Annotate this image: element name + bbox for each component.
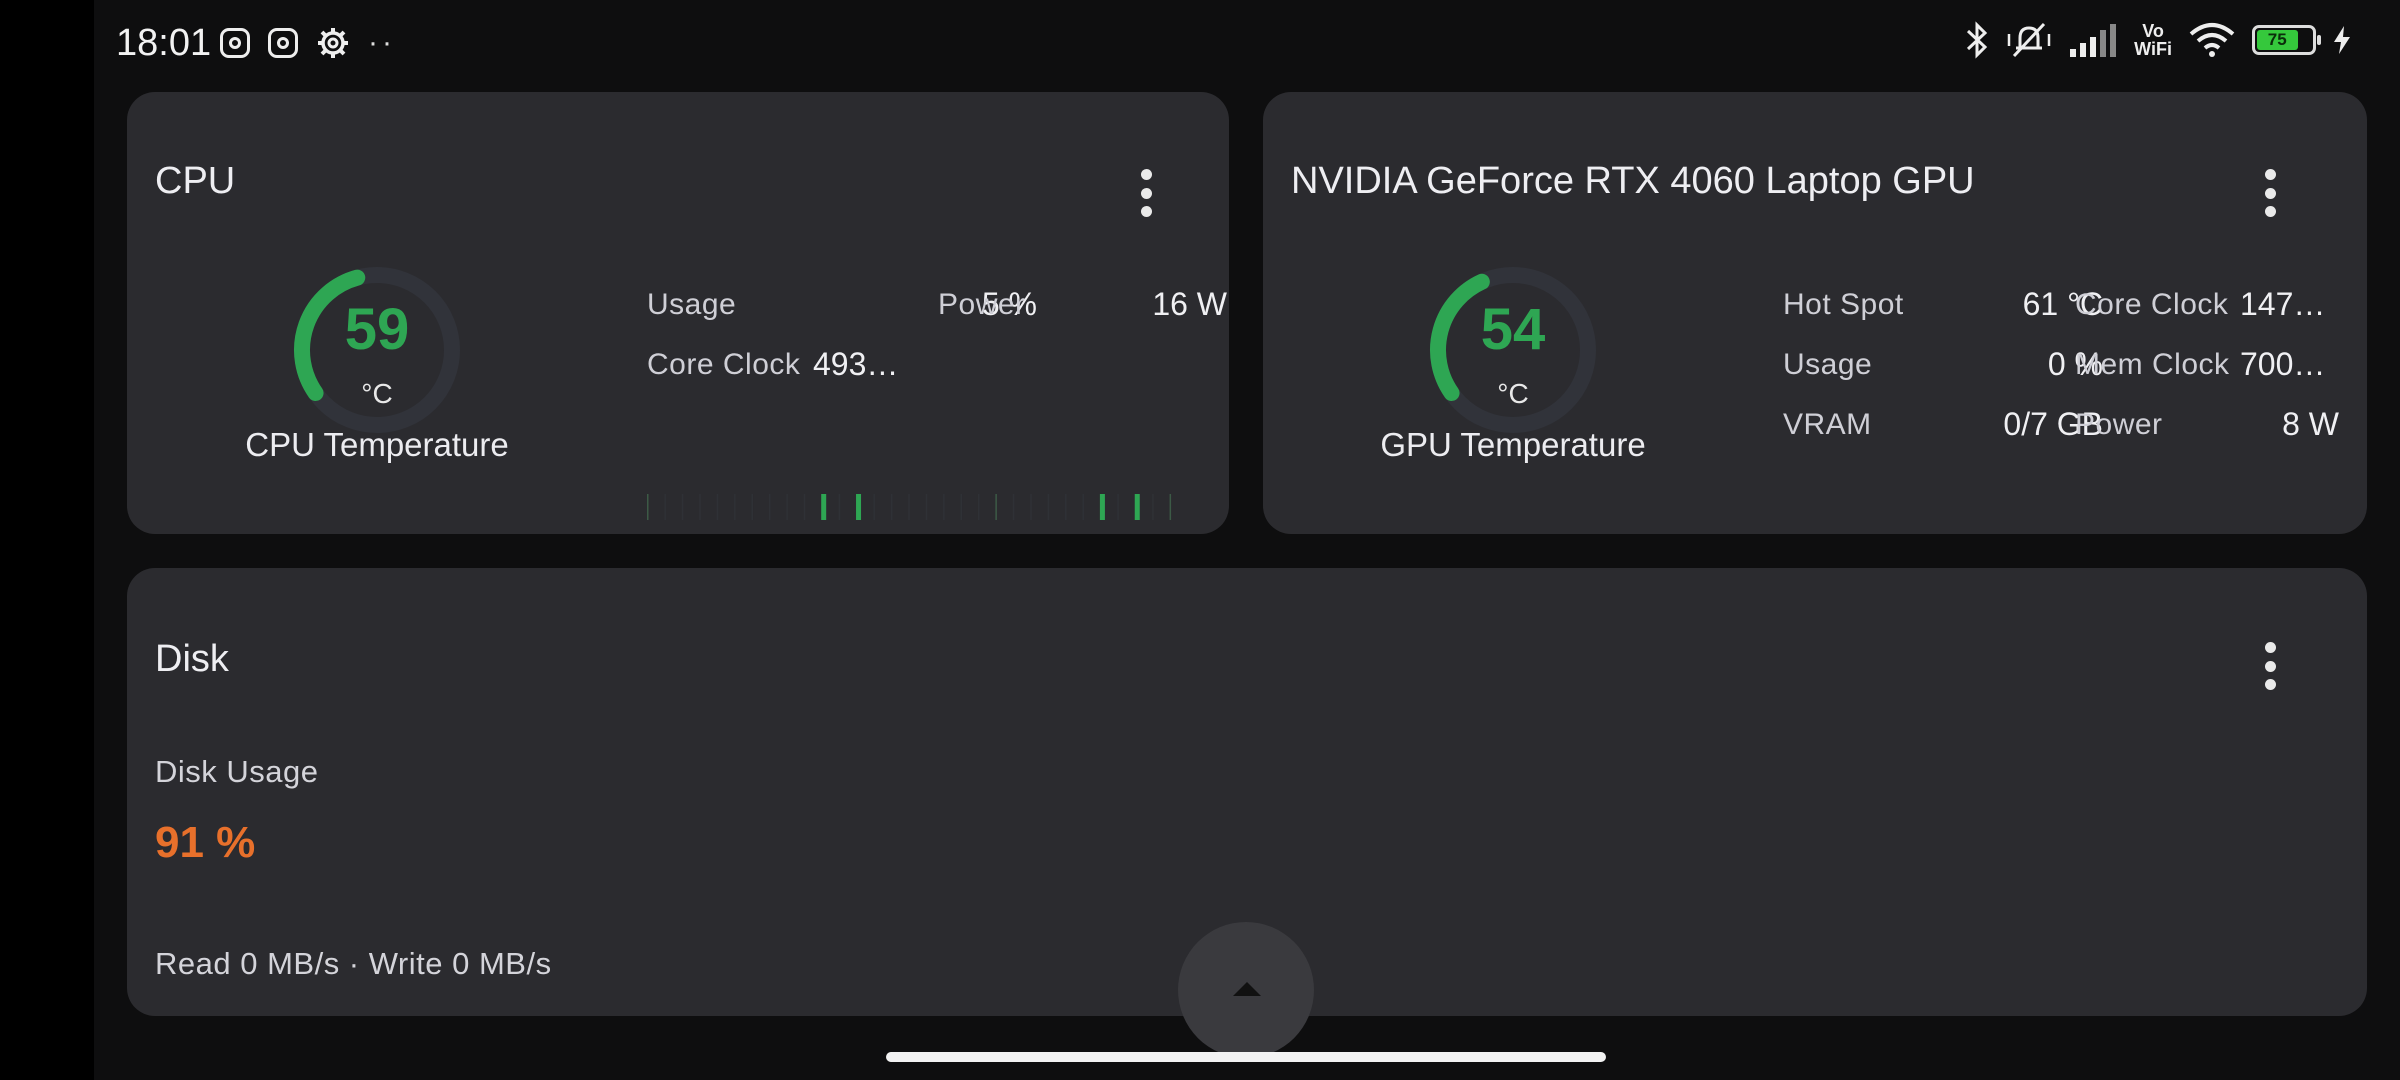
- sparkline-bar: [1117, 494, 1119, 520]
- gpu-card-title: NVIDIA GeForce RTX 4060 Laptop GPU: [1291, 160, 1975, 202]
- instagram-icon: [268, 28, 298, 58]
- gpu-card: NVIDIA GeForce RTX 4060 Laptop GPU 54 °C…: [1263, 92, 2367, 534]
- bluetooth-icon: [1967, 21, 1988, 59]
- disk-card-menu-button[interactable]: [2256, 638, 2284, 694]
- home-indicator[interactable]: [886, 1052, 1606, 1062]
- wifi-icon: [2189, 23, 2235, 57]
- sparkline-bar: [925, 494, 928, 520]
- sparkline-bar: [890, 494, 893, 520]
- cpu-card-title: CPU: [155, 160, 236, 202]
- cpu-temperature-unit: °C: [361, 378, 393, 409]
- sparkline-bar: [995, 494, 997, 520]
- sparkline-bar: [647, 494, 649, 520]
- sparkline-bar: [1134, 494, 1140, 520]
- gpu-core-clock-value: 147…: [2240, 286, 2326, 322]
- sparkline-bar: [751, 494, 754, 520]
- sparkline-bar: [821, 494, 827, 520]
- cpu-usage-sparkline: [647, 494, 1172, 520]
- gpu-card-menu-button[interactable]: [2256, 165, 2284, 221]
- sparkline-bar: [943, 494, 945, 520]
- left-black-bar: [0, 0, 94, 1080]
- more-vert-icon: [2264, 642, 2276, 653]
- cpu-usage-label: Usage: [647, 288, 737, 321]
- sparkline-bar: [786, 494, 788, 520]
- settings-gear-icon: [318, 28, 348, 58]
- cpu-core-clock-label: Core Clock: [647, 348, 801, 381]
- sparkline-bar: [681, 494, 684, 520]
- sparkline-bar: [1099, 494, 1105, 520]
- sparkline-bar: [908, 494, 910, 520]
- sparkline-bar: [699, 494, 701, 520]
- sparkline-bar: [856, 494, 862, 520]
- gpu-usage-label: Usage: [1783, 348, 1873, 381]
- gpu-hotspot-label: Hot Spot: [1783, 288, 1904, 321]
- system-icons: Vo WiFi 75: [1964, 20, 2352, 60]
- more-vert-icon: [1140, 169, 1152, 180]
- sparkline-bar: [838, 494, 841, 520]
- sparkline-bar: [664, 494, 666, 520]
- sparkline-bar: [1169, 494, 1172, 520]
- sparkline-bar: [1152, 494, 1154, 520]
- sparkline-bar: [734, 494, 736, 520]
- gpu-power-label: Power: [2075, 408, 2163, 441]
- battery-level: 75: [2257, 30, 2298, 50]
- signal-icon: [2070, 24, 2117, 57]
- sparkline-bar: [1082, 494, 1084, 520]
- sparkline-bar: [1012, 494, 1015, 520]
- gpu-temperature-value: 54: [1480, 297, 1546, 362]
- disk-usage-label: Disk Usage: [155, 754, 319, 789]
- status-bar: 18:01 ·· Vo WiFi 75: [94, 0, 2400, 92]
- instagram-icon: [220, 28, 250, 58]
- cpu-temperature-value: 59: [344, 297, 410, 362]
- mute-vibrate-icon: [2007, 22, 2051, 58]
- vowifi-icon: Vo WiFi: [2134, 22, 2172, 58]
- sparkline-bar: [977, 494, 980, 520]
- cpu-card-menu-button[interactable]: [1132, 165, 1160, 221]
- cpu-core-clock-value: 493…: [813, 346, 899, 382]
- gpu-power-value: 8 W: [2282, 406, 2339, 442]
- gpu-temperature-gauge: 54 °C: [1423, 260, 1603, 440]
- gpu-vram-label: VRAM: [1783, 408, 1872, 441]
- sparkline-bar: [873, 494, 875, 520]
- gpu-temperature-label: GPU Temperature: [1380, 426, 1646, 463]
- sparkline-bar: [768, 494, 771, 520]
- disk-usage-value: 91 %: [155, 818, 256, 867]
- sparkline-bar: [803, 494, 806, 520]
- sparkline-bar: [716, 494, 719, 520]
- vowifi-top-text: Vo: [2142, 21, 2164, 41]
- sparkline-bar: [1047, 494, 1050, 520]
- cpu-card: CPU 59 °C CPU Temperature Usage 5 % Powe…: [127, 92, 1229, 534]
- notification-icons: ··: [220, 26, 396, 60]
- cpu-temperature-label: CPU Temperature: [245, 426, 509, 463]
- more-notifications-icon: ··: [368, 26, 396, 59]
- status-time: 18:01: [116, 22, 212, 64]
- gpu-core-clock-label: Core Clock: [2075, 288, 2229, 321]
- sparkline-bar: [1065, 494, 1067, 520]
- sparkline-bar: [1030, 494, 1032, 520]
- vowifi-bottom-text: WiFi: [2134, 39, 2172, 59]
- cpu-temperature-gauge: 59 °C: [287, 260, 467, 440]
- collapse-up-button[interactable]: [1178, 922, 1314, 1058]
- sparkline-bar: [960, 494, 963, 520]
- gpu-temperature-unit: °C: [1497, 378, 1529, 409]
- gpu-mem-clock-label: Mem Clock: [2075, 348, 2230, 381]
- disk-io-text: Read 0 MB/s · Write 0 MB/s: [155, 946, 552, 981]
- charging-icon: [2334, 26, 2350, 54]
- cpu-power-value: 16 W: [1152, 286, 1227, 322]
- gpu-mem-clock-value: 700…: [2240, 346, 2326, 382]
- disk-card-title: Disk: [155, 638, 229, 680]
- battery-icon: 75: [2252, 25, 2321, 55]
- more-vert-icon: [2264, 169, 2276, 180]
